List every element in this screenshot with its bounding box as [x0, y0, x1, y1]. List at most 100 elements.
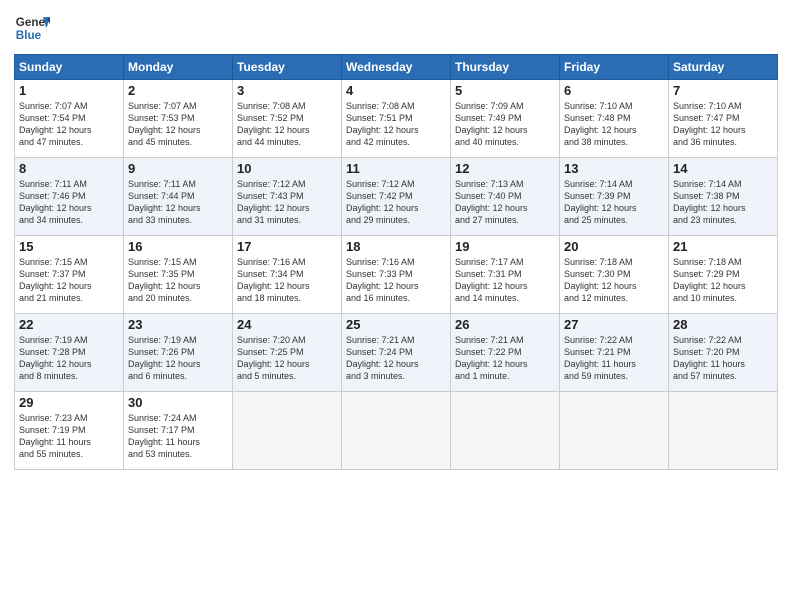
col-sunday: Sunday — [15, 55, 124, 80]
calendar-row: 29 Sunrise: 7:23 AM Sunset: 7:19 PM Dayli… — [15, 392, 778, 470]
col-thursday: Thursday — [451, 55, 560, 80]
calendar-cell: 2 Sunrise: 7:07 AM Sunset: 7:53 PM Daylig… — [124, 80, 233, 158]
calendar-row: 8 Sunrise: 7:11 AM Sunset: 7:46 PM Daylig… — [15, 158, 778, 236]
day-info: Sunrise: 7:11 AM Sunset: 7:44 PM Dayligh… — [128, 178, 228, 227]
calendar-cell: 13Sunrise: 7:14 AM Sunset: 7:39 PM Dayli… — [560, 158, 669, 236]
day-info: Sunrise: 7:07 AM Sunset: 7:54 PM Dayligh… — [19, 100, 119, 149]
day-number: 18 — [346, 239, 446, 254]
calendar-cell: 30 Sunrise: 7:24 AM Sunset: 7:17 PM Dayli… — [124, 392, 233, 470]
calendar-cell: 8 Sunrise: 7:11 AM Sunset: 7:46 PM Daylig… — [15, 158, 124, 236]
calendar-cell: 17Sunrise: 7:16 AM Sunset: 7:34 PM Dayli… — [233, 236, 342, 314]
day-number: 2 — [128, 83, 228, 98]
day-number: 27 — [564, 317, 664, 332]
calendar-cell — [342, 392, 451, 470]
day-number: 30 — [128, 395, 228, 410]
calendar-cell: 12 Sunrise: 7:13 AM Sunset: 7:40 PM Dayli… — [451, 158, 560, 236]
svg-text:Blue: Blue — [16, 29, 42, 42]
day-number: 20 — [564, 239, 664, 254]
day-number: 10 — [237, 161, 337, 176]
day-number: 14 — [673, 161, 773, 176]
calendar-cell: 5Sunrise: 7:09 AM Sunset: 7:49 PM Daylig… — [451, 80, 560, 158]
calendar-cell: 20 Sunrise: 7:18 AM Sunset: 7:30 PM Dayli… — [560, 236, 669, 314]
calendar-cell: 29 Sunrise: 7:23 AM Sunset: 7:19 PM Dayli… — [15, 392, 124, 470]
day-number: 23 — [128, 317, 228, 332]
col-monday: Monday — [124, 55, 233, 80]
day-info: Sunrise: 7:13 AM Sunset: 7:40 PM Dayligh… — [455, 178, 555, 227]
day-info: Sunrise: 7:12 AM Sunset: 7:42 PM Dayligh… — [346, 178, 446, 227]
day-info: Sunrise: 7:16 AM Sunset: 7:34 PM Dayligh… — [237, 256, 337, 305]
main-container: General Blue Sunday Monday Tuesday Wedne… — [0, 0, 792, 480]
day-info: Sunrise: 7:07 AM Sunset: 7:53 PM Dayligh… — [128, 100, 228, 149]
day-info: Sunrise: 7:19 AM Sunset: 7:26 PM Dayligh… — [128, 334, 228, 383]
calendar-cell: 18 Sunrise: 7:16 AM Sunset: 7:33 PM Dayli… — [342, 236, 451, 314]
calendar-cell: 25Sunrise: 7:21 AM Sunset: 7:24 PM Dayli… — [342, 314, 451, 392]
calendar-cell: 19 Sunrise: 7:17 AM Sunset: 7:31 PM Dayli… — [451, 236, 560, 314]
day-number: 3 — [237, 83, 337, 98]
calendar-cell: 7Sunrise: 7:10 AM Sunset: 7:47 PM Daylig… — [669, 80, 778, 158]
calendar-row: 22 Sunrise: 7:19 AM Sunset: 7:28 PM Dayli… — [15, 314, 778, 392]
day-number: 6 — [564, 83, 664, 98]
calendar-table: Sunday Monday Tuesday Wednesday Thursday… — [14, 54, 778, 470]
calendar-cell — [669, 392, 778, 470]
calendar-cell: 26 Sunrise: 7:21 AM Sunset: 7:22 PM Dayli… — [451, 314, 560, 392]
day-info: Sunrise: 7:18 AM Sunset: 7:30 PM Dayligh… — [564, 256, 664, 305]
logo: General Blue — [14, 10, 50, 46]
day-number: 12 — [455, 161, 555, 176]
calendar-cell: 27 Sunrise: 7:22 AM Sunset: 7:21 PM Dayli… — [560, 314, 669, 392]
day-info: Sunrise: 7:19 AM Sunset: 7:28 PM Dayligh… — [19, 334, 119, 383]
header-row: Sunday Monday Tuesday Wednesday Thursday… — [15, 55, 778, 80]
day-info: Sunrise: 7:15 AM Sunset: 7:35 PM Dayligh… — [128, 256, 228, 305]
col-friday: Friday — [560, 55, 669, 80]
day-info: Sunrise: 7:11 AM Sunset: 7:46 PM Dayligh… — [19, 178, 119, 227]
day-info: Sunrise: 7:08 AM Sunset: 7:52 PM Dayligh… — [237, 100, 337, 149]
calendar-cell: 16 Sunrise: 7:15 AM Sunset: 7:35 PM Dayli… — [124, 236, 233, 314]
day-info: Sunrise: 7:21 AM Sunset: 7:24 PM Dayligh… — [346, 334, 446, 383]
calendar-cell: 21Sunrise: 7:18 AM Sunset: 7:29 PM Dayli… — [669, 236, 778, 314]
calendar-cell: 4 Sunrise: 7:08 AM Sunset: 7:51 PM Daylig… — [342, 80, 451, 158]
day-info: Sunrise: 7:10 AM Sunset: 7:47 PM Dayligh… — [673, 100, 773, 149]
day-info: Sunrise: 7:21 AM Sunset: 7:22 PM Dayligh… — [455, 334, 555, 383]
calendar-cell — [560, 392, 669, 470]
page-header: General Blue — [14, 10, 778, 46]
day-number: 13 — [564, 161, 664, 176]
day-number: 24 — [237, 317, 337, 332]
day-number: 4 — [346, 83, 446, 98]
calendar-row: 1Sunrise: 7:07 AM Sunset: 7:54 PM Daylig… — [15, 80, 778, 158]
calendar-cell: 6 Sunrise: 7:10 AM Sunset: 7:48 PM Daylig… — [560, 80, 669, 158]
day-info: Sunrise: 7:20 AM Sunset: 7:25 PM Dayligh… — [237, 334, 337, 383]
day-info: Sunrise: 7:09 AM Sunset: 7:49 PM Dayligh… — [455, 100, 555, 149]
day-info: Sunrise: 7:23 AM Sunset: 7:19 PM Dayligh… — [19, 412, 119, 461]
calendar-cell: 14 Sunrise: 7:14 AM Sunset: 7:38 PM Dayli… — [669, 158, 778, 236]
day-info: Sunrise: 7:17 AM Sunset: 7:31 PM Dayligh… — [455, 256, 555, 305]
day-info: Sunrise: 7:22 AM Sunset: 7:20 PM Dayligh… — [673, 334, 773, 383]
day-info: Sunrise: 7:08 AM Sunset: 7:51 PM Dayligh… — [346, 100, 446, 149]
day-number: 19 — [455, 239, 555, 254]
day-number: 11 — [346, 161, 446, 176]
day-info: Sunrise: 7:14 AM Sunset: 7:38 PM Dayligh… — [673, 178, 773, 227]
day-number: 15 — [19, 239, 119, 254]
col-wednesday: Wednesday — [342, 55, 451, 80]
day-info: Sunrise: 7:22 AM Sunset: 7:21 PM Dayligh… — [564, 334, 664, 383]
day-number: 22 — [19, 317, 119, 332]
calendar-cell: 24 Sunrise: 7:20 AM Sunset: 7:25 PM Dayli… — [233, 314, 342, 392]
calendar-cell: 1Sunrise: 7:07 AM Sunset: 7:54 PM Daylig… — [15, 80, 124, 158]
day-info: Sunrise: 7:10 AM Sunset: 7:48 PM Dayligh… — [564, 100, 664, 149]
calendar-cell: 22 Sunrise: 7:19 AM Sunset: 7:28 PM Dayli… — [15, 314, 124, 392]
day-info: Sunrise: 7:16 AM Sunset: 7:33 PM Dayligh… — [346, 256, 446, 305]
calendar-cell: 9 Sunrise: 7:11 AM Sunset: 7:44 PM Daylig… — [124, 158, 233, 236]
day-number: 16 — [128, 239, 228, 254]
day-number: 8 — [19, 161, 119, 176]
day-number: 9 — [128, 161, 228, 176]
calendar-cell: 15 Sunrise: 7:15 AM Sunset: 7:37 PM Dayli… — [15, 236, 124, 314]
day-number: 21 — [673, 239, 773, 254]
day-number: 29 — [19, 395, 119, 410]
calendar-cell — [451, 392, 560, 470]
calendar-cell: 23 Sunrise: 7:19 AM Sunset: 7:26 PM Dayli… — [124, 314, 233, 392]
logo-icon: General Blue — [14, 10, 50, 46]
calendar-row: 15 Sunrise: 7:15 AM Sunset: 7:37 PM Dayli… — [15, 236, 778, 314]
day-info: Sunrise: 7:12 AM Sunset: 7:43 PM Dayligh… — [237, 178, 337, 227]
day-number: 26 — [455, 317, 555, 332]
day-info: Sunrise: 7:24 AM Sunset: 7:17 PM Dayligh… — [128, 412, 228, 461]
col-saturday: Saturday — [669, 55, 778, 80]
day-info: Sunrise: 7:15 AM Sunset: 7:37 PM Dayligh… — [19, 256, 119, 305]
